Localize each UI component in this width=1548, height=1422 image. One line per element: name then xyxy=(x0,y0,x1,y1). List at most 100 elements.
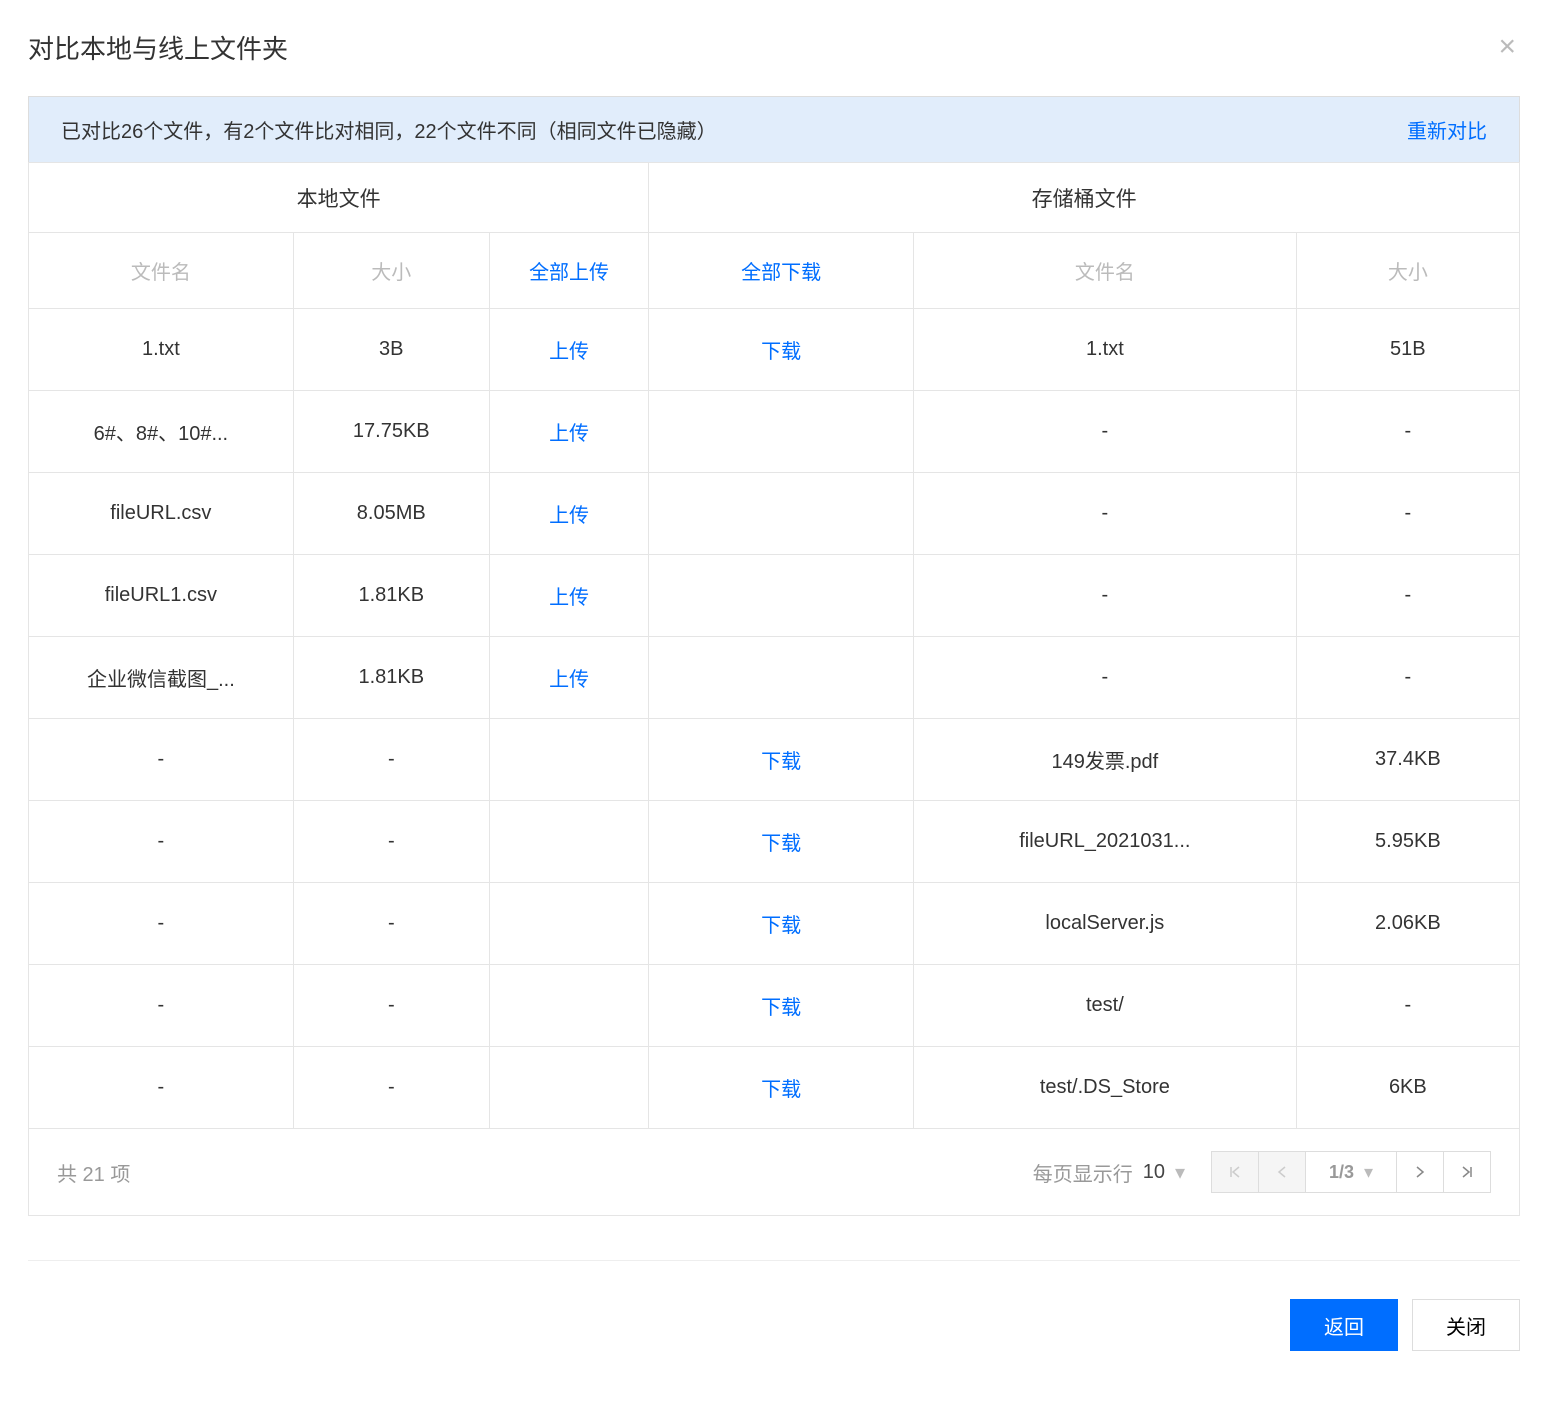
pager-prev-button[interactable] xyxy=(1258,1151,1306,1193)
local-filename-cell: fileURL.csv xyxy=(29,473,294,555)
table-row: -- 下载fileURL_2021031...5.95KB xyxy=(29,801,1520,883)
local-size-cell: 3B xyxy=(293,309,489,391)
download-button[interactable]: 下载 xyxy=(649,719,914,801)
download-all-button[interactable]: 全部下载 xyxy=(649,233,914,309)
upload-cell-empty xyxy=(489,1047,648,1129)
local-filename-cell: 6#、8#、10#... xyxy=(29,391,294,473)
table-body: 1.txt3B上传下载1.txt51B6#、8#、10#...17.75KB上传… xyxy=(29,309,1520,1129)
upload-button[interactable]: 上传 xyxy=(489,473,648,555)
page-indicator-select[interactable]: 1/3 ▾ xyxy=(1305,1151,1397,1193)
upload-cell-empty xyxy=(489,719,648,801)
bucket-size-cell: - xyxy=(1296,555,1519,637)
bucket-filename-cell: 149发票.pdf xyxy=(914,719,1297,801)
col-bucket-size: 大小 xyxy=(1296,233,1519,309)
rows-per-page-value: 10 xyxy=(1143,1161,1165,1184)
bucket-size-cell: - xyxy=(1296,473,1519,555)
rows-per-page: 每页显示行 10 ▾ xyxy=(1033,1158,1185,1187)
table-row: fileURL1.csv1.81KB上传 -- xyxy=(29,555,1520,637)
first-page-icon xyxy=(1229,1166,1241,1178)
local-filename-cell: - xyxy=(29,1047,294,1129)
bucket-filename-cell: test/.DS_Store xyxy=(914,1047,1297,1129)
bucket-filename-cell: localServer.js xyxy=(914,883,1297,965)
dialog-header: 对比本地与线上文件夹 × xyxy=(28,28,1520,66)
bucket-filename-cell: fileURL_2021031... xyxy=(914,801,1297,883)
bucket-filename-cell: 1.txt xyxy=(914,309,1297,391)
col-local-filename: 文件名 xyxy=(29,233,294,309)
download-button[interactable]: 下载 xyxy=(649,801,914,883)
table-row: --下载localServer.js2.06KB xyxy=(29,883,1520,965)
last-page-icon xyxy=(1461,1166,1473,1178)
download-cell-empty xyxy=(649,637,914,719)
bucket-size-cell: - xyxy=(1296,391,1519,473)
bucket-files-group-header: 存储桶文件 xyxy=(649,163,1520,233)
bucket-size-cell: 6KB xyxy=(1296,1047,1519,1129)
close-button[interactable]: 关闭 xyxy=(1412,1299,1520,1351)
summary-bar: 已对比26个文件，有2个文件比对相同，22个文件不同（相同文件已隐藏） 重新对比 xyxy=(28,96,1520,162)
col-local-size: 大小 xyxy=(293,233,489,309)
local-files-group-header: 本地文件 xyxy=(29,163,649,233)
bucket-size-cell: 51B xyxy=(1296,309,1519,391)
pager-last-button[interactable] xyxy=(1443,1151,1491,1193)
sub-header-row: 文件名 大小 全部上传 全部下载 文件名 大小 xyxy=(29,233,1520,309)
chevron-left-icon xyxy=(1277,1166,1287,1178)
download-cell-empty xyxy=(649,473,914,555)
bucket-size-cell: - xyxy=(1296,637,1519,719)
table-row: --下载test/.DS_Store6KB xyxy=(29,1047,1520,1129)
upload-button[interactable]: 上传 xyxy=(489,637,648,719)
local-filename-cell: 1.txt xyxy=(29,309,294,391)
local-size-cell: 1.81KB xyxy=(293,637,489,719)
group-header-row: 本地文件 存储桶文件 xyxy=(29,163,1520,233)
download-cell-empty xyxy=(649,555,914,637)
compare-table: 本地文件 存储桶文件 文件名 大小 全部上传 全部下载 文件名 大小 1.txt… xyxy=(28,162,1520,1129)
summary-text: 已对比26个文件，有2个文件比对相同，22个文件不同（相同文件已隐藏） xyxy=(61,115,717,144)
col-bucket-filename: 文件名 xyxy=(914,233,1297,309)
pager-first-button[interactable] xyxy=(1211,1151,1259,1193)
bucket-size-cell: - xyxy=(1296,965,1519,1047)
bucket-filename-cell: - xyxy=(914,391,1297,473)
local-filename-cell: - xyxy=(29,719,294,801)
local-size-cell: - xyxy=(293,719,489,801)
table-row: 6#、8#、10#...17.75KB上传 -- xyxy=(29,391,1520,473)
upload-button[interactable]: 上传 xyxy=(489,555,648,637)
compare-dialog: 对比本地与线上文件夹 × 已对比26个文件，有2个文件比对相同，22个文件不同（… xyxy=(0,0,1548,1381)
bucket-filename-cell: - xyxy=(914,555,1297,637)
pager: 1/3 ▾ xyxy=(1211,1151,1491,1193)
chevron-down-icon: ▾ xyxy=(1364,1162,1373,1183)
local-filename-cell: - xyxy=(29,801,294,883)
download-button[interactable]: 下载 xyxy=(649,309,914,391)
bucket-filename-cell: test/ xyxy=(914,965,1297,1047)
download-button[interactable]: 下载 xyxy=(649,965,914,1047)
upload-button[interactable]: 上传 xyxy=(489,391,648,473)
table-row: 1.txt3B上传下载1.txt51B xyxy=(29,309,1520,391)
bucket-size-cell: 37.4KB xyxy=(1296,719,1519,801)
back-button[interactable]: 返回 xyxy=(1290,1299,1398,1351)
local-filename-cell: fileURL1.csv xyxy=(29,555,294,637)
bucket-filename-cell: - xyxy=(914,637,1297,719)
page-indicator-text: 1/3 xyxy=(1329,1162,1354,1183)
upload-all-button[interactable]: 全部上传 xyxy=(489,233,648,309)
dialog-title: 对比本地与线上文件夹 xyxy=(28,29,288,66)
pager-next-button[interactable] xyxy=(1396,1151,1444,1193)
local-size-cell: 8.05MB xyxy=(293,473,489,555)
rows-per-page-select[interactable]: 10 ▾ xyxy=(1143,1160,1185,1185)
bucket-filename-cell: - xyxy=(914,473,1297,555)
local-size-cell: - xyxy=(293,883,489,965)
download-button[interactable]: 下载 xyxy=(649,883,914,965)
bucket-size-cell: 5.95KB xyxy=(1296,801,1519,883)
close-icon[interactable]: × xyxy=(1494,28,1520,66)
upload-cell-empty xyxy=(489,965,648,1047)
footer-right: 每页显示行 10 ▾ 1/3 ▾ xyxy=(1033,1151,1491,1193)
local-size-cell: 17.75KB xyxy=(293,391,489,473)
chevron-right-icon xyxy=(1415,1166,1425,1178)
local-size-cell: - xyxy=(293,801,489,883)
table-row: --下载test/- xyxy=(29,965,1520,1047)
download-button[interactable]: 下载 xyxy=(649,1047,914,1129)
refresh-compare-link[interactable]: 重新对比 xyxy=(1407,115,1487,144)
local-size-cell: 1.81KB xyxy=(293,555,489,637)
table-row: 企业微信截图_...1.81KB上传-- xyxy=(29,637,1520,719)
upload-button[interactable]: 上传 xyxy=(489,309,648,391)
rows-per-page-label: 每页显示行 xyxy=(1033,1158,1133,1187)
total-count-text: 共 21 项 xyxy=(57,1158,130,1187)
bucket-size-cell: 2.06KB xyxy=(1296,883,1519,965)
dialog-actions: 返回 关闭 xyxy=(28,1260,1520,1381)
